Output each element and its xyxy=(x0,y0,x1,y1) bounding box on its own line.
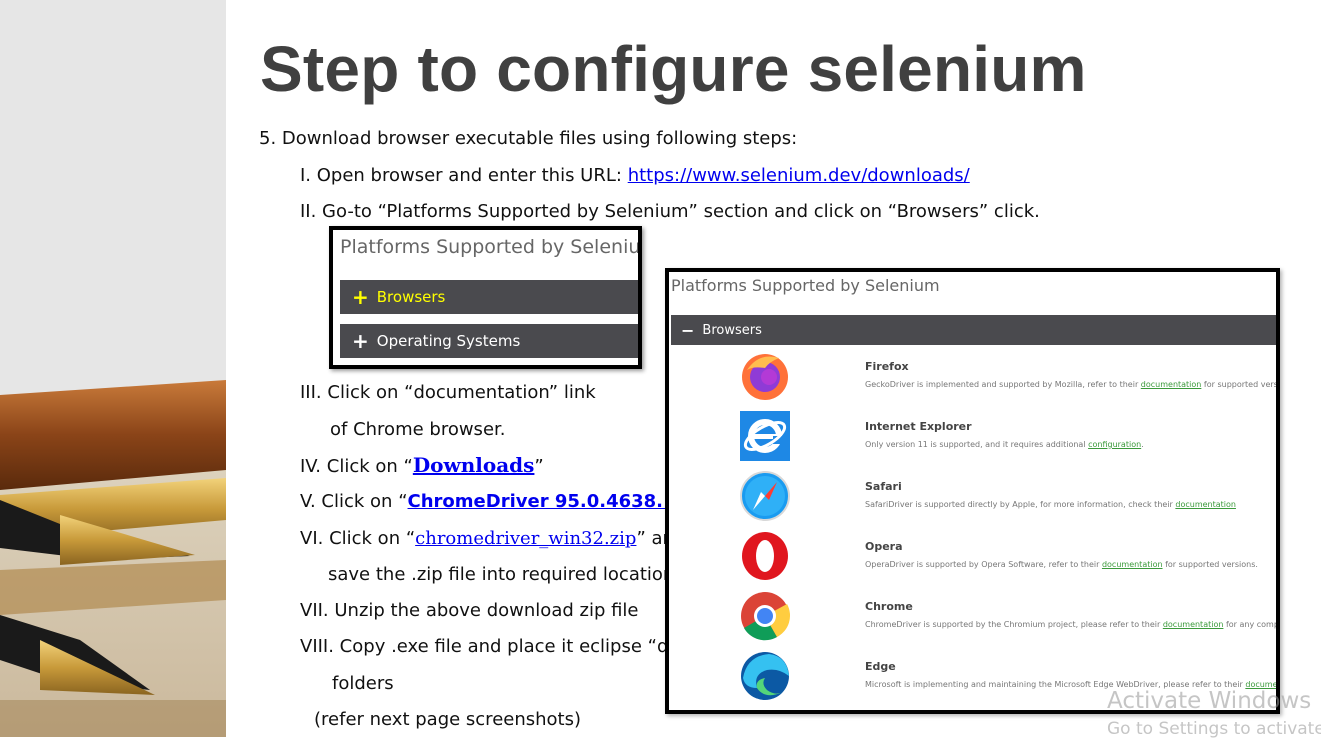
platforms-heading: Platforms Supported by Selenium xyxy=(340,236,642,258)
platforms-heading: Platforms Supported by Selenium xyxy=(671,276,940,295)
step-v: V. Click on “ChromeDriver 95.0.4638.10” xyxy=(300,491,697,512)
step-iv-prefix: IV. Click on “ xyxy=(300,456,413,477)
browser-row-opera: Opera OperaDriver is supported by Opera … xyxy=(669,530,1276,590)
fountain-pen-illustration xyxy=(0,0,226,737)
firefox-icon xyxy=(742,354,788,400)
browser-name: Safari xyxy=(865,480,902,493)
step-iv-suffix: ” xyxy=(534,456,544,477)
step-v-prefix: V. Click on “ xyxy=(300,491,408,512)
step-iv: IV. Click on “Downloads” xyxy=(300,453,544,477)
description-suffix: for supported versions. xyxy=(1203,380,1280,389)
operating-systems-section-bar: + Operating Systems xyxy=(340,324,638,358)
description-suffix: . xyxy=(1141,440,1144,449)
browser-name: Opera xyxy=(865,540,903,553)
step-vi-line2: save the .zip file into required locatio… xyxy=(328,564,675,585)
browsers-section-bar: + Browsers xyxy=(340,280,638,314)
description-text: SafariDriver is supported directly by Ap… xyxy=(865,500,1176,509)
browser-name: Internet Explorer xyxy=(865,420,972,433)
browser-row-safari: Safari SafariDriver is supported directl… xyxy=(669,470,1276,530)
browsers-expanded-bar: − Browsers xyxy=(671,315,1276,345)
browser-description: OperaDriver is supported by Opera Softwa… xyxy=(865,560,1258,569)
description-text: OperaDriver is supported by Opera Softwa… xyxy=(865,560,1102,569)
browser-row-internet-explorer: Internet Explorer Only version 11 is sup… xyxy=(669,410,1276,470)
chrome-icon xyxy=(741,592,791,641)
browser-description: ChromeDriver is supported by the Chromiu… xyxy=(865,620,1279,629)
browsers-label: Browsers xyxy=(702,322,762,338)
browsers-screenshot-large: Platforms Supported by Selenium − Browse… xyxy=(665,268,1280,714)
browser-description: Only version 11 is supported, and it req… xyxy=(865,440,1144,449)
browsers-label: Browsers xyxy=(376,288,446,306)
plus-icon: + xyxy=(352,329,369,353)
activate-windows-hint: Go to Settings to activate W xyxy=(1107,719,1321,739)
step-iii-line2: of Chrome browser. xyxy=(330,419,506,440)
downloads-link[interactable]: Downloads xyxy=(413,453,535,477)
step-vii: VII. Unzip the above download zip file xyxy=(300,600,639,621)
browser-name: Firefox xyxy=(865,360,909,373)
description-suffix: for any compatibility inf xyxy=(1225,620,1279,629)
documentation-link[interactable]: documentation xyxy=(1175,500,1236,509)
plus-icon: + xyxy=(352,285,369,309)
chromedriver-zip-link[interactable]: chromedriver_win32.zip xyxy=(415,528,636,549)
browser-description: SafariDriver is supported directly by Ap… xyxy=(865,500,1236,509)
platforms-screenshot-small: Platforms Supported by Selenium + Browse… xyxy=(329,226,642,369)
note-text: (refer next page screenshots) xyxy=(314,709,582,730)
browser-name: Edge xyxy=(865,660,896,673)
operating-systems-label: Operating Systems xyxy=(376,332,521,350)
step-ii-text: II. Go-to “Platforms Supported by Seleni… xyxy=(300,201,1040,222)
description-text: GeckoDriver is implemented and supported… xyxy=(865,380,1141,389)
step-5-text: 5. Download browser executable files usi… xyxy=(259,128,798,149)
documentation-link[interactable]: documentation xyxy=(1163,620,1224,629)
step-i-text: I. Open browser and enter this URL: xyxy=(300,165,628,186)
safari-icon xyxy=(740,471,790,521)
step-vi-prefix: VI. Click on “ xyxy=(300,528,416,549)
chromedriver-version-link[interactable]: ChromeDriver 95.0.4638.10 xyxy=(408,491,689,512)
browser-description: GeckoDriver is implemented and supported… xyxy=(865,380,1280,389)
internet-explorer-icon xyxy=(740,411,790,461)
description-text: ChromeDriver is supported by the Chromiu… xyxy=(865,620,1163,629)
step-vi: VI. Click on “chromedriver_win32.zip” an… xyxy=(300,528,685,549)
step-iii-line1: III. Click on “documentation” link xyxy=(300,382,596,403)
documentation-link[interactable]: documentation xyxy=(1141,380,1202,389)
selenium-downloads-link[interactable]: https://www.selenium.dev/downloads/ xyxy=(628,165,970,186)
browser-name: Chrome xyxy=(865,600,913,613)
step-viii-line2: folders xyxy=(332,673,394,694)
step-viii-line1: VIII. Copy .exe file and place it eclips… xyxy=(300,636,710,657)
slide-title: Step to configure selenium xyxy=(260,33,1087,105)
browser-row-chrome: Chrome ChromeDriver is supported by the … xyxy=(669,590,1276,650)
configuration-link[interactable]: configuration xyxy=(1088,440,1141,449)
edge-icon xyxy=(741,652,789,700)
description-suffix: for supported versions. xyxy=(1162,560,1258,569)
description-text: Only version 11 is supported, and it req… xyxy=(865,440,1089,449)
step-i: I. Open browser and enter this URL: http… xyxy=(300,165,970,186)
opera-icon xyxy=(742,532,788,580)
browser-row-firefox: Firefox GeckoDriver is implemented and s… xyxy=(669,350,1276,410)
minus-icon: − xyxy=(681,320,695,340)
decorative-pen-image xyxy=(0,0,226,737)
activate-windows-watermark: Activate Windows xyxy=(1107,688,1312,714)
documentation-link[interactable]: documentation xyxy=(1102,560,1163,569)
